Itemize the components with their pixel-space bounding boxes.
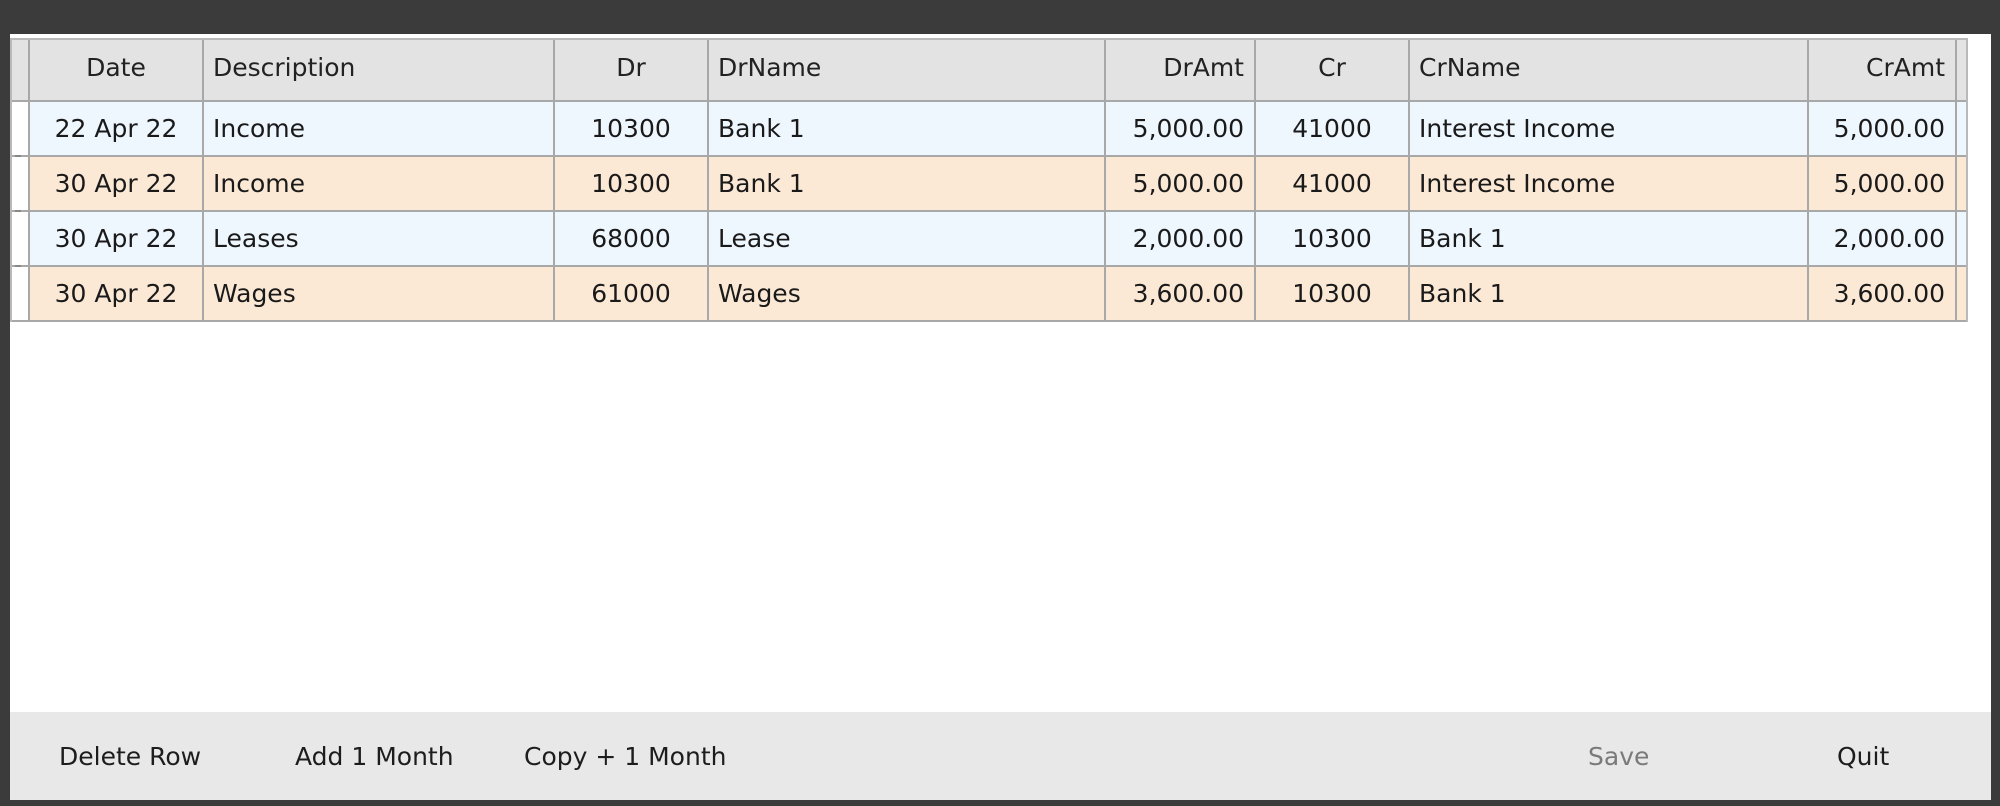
column-header-dr[interactable]: Dr bbox=[555, 40, 709, 100]
cell-dramt[interactable]: 5,000.00 bbox=[1106, 157, 1256, 210]
cell-drname[interactable]: Bank 1 bbox=[709, 102, 1106, 155]
cell-cramt[interactable]: 5,000.00 bbox=[1809, 157, 1957, 210]
cell-date[interactable]: 22 Apr 22 bbox=[30, 102, 204, 155]
cell-dramt[interactable]: 3,600.00 bbox=[1106, 267, 1256, 320]
cell-description[interactable]: Wages bbox=[204, 267, 555, 320]
table-row[interactable]: 30 Apr 22 Leases 68000 Lease 2,000.00 10300 Ba… bbox=[12, 210, 1966, 267]
cell-dr[interactable]: 10300 bbox=[555, 102, 709, 155]
column-header-description[interactable]: Description bbox=[204, 40, 555, 100]
add-1-month-button[interactable]: Add 1 Month bbox=[295, 712, 454, 800]
row-selector[interactable] bbox=[12, 210, 30, 265]
cell-crname[interactable]: Bank 1 bbox=[1410, 267, 1809, 320]
column-header-cramt[interactable]: CrAmt bbox=[1809, 40, 1957, 100]
journal-grid[interactable]: Date Description Dr DrName DrAmt Cr CrNa… bbox=[10, 38, 1968, 322]
cell-cr[interactable]: 41000 bbox=[1256, 102, 1410, 155]
cell-crname[interactable]: Interest Income bbox=[1410, 102, 1809, 155]
column-header-cr[interactable]: Cr bbox=[1256, 40, 1410, 100]
cell-date[interactable]: 30 Apr 22 bbox=[30, 267, 204, 320]
button-bar: Delete Row Add 1 Month Copy + 1 Month Sa… bbox=[10, 712, 1991, 800]
cell-dramt[interactable]: 5,000.00 bbox=[1106, 102, 1256, 155]
row-selector[interactable] bbox=[12, 265, 30, 320]
row-selector-tick-icon bbox=[15, 265, 21, 267]
quit-button[interactable]: Quit bbox=[1837, 712, 1889, 800]
cell-date[interactable]: 30 Apr 22 bbox=[30, 157, 204, 210]
column-header-drname[interactable]: DrName bbox=[709, 40, 1106, 100]
row-selector-tick-icon bbox=[15, 155, 21, 157]
cell-cr[interactable]: 10300 bbox=[1256, 212, 1410, 265]
delete-row-button[interactable]: Delete Row bbox=[59, 712, 201, 800]
cell-drname[interactable]: Wages bbox=[709, 267, 1106, 320]
cell-cr[interactable]: 41000 bbox=[1256, 157, 1410, 210]
cell-dramt[interactable]: 2,000.00 bbox=[1106, 212, 1256, 265]
cell-drname[interactable]: Lease bbox=[709, 212, 1106, 265]
cell-date[interactable]: 30 Apr 22 bbox=[30, 212, 204, 265]
cell-cramt[interactable]: 3,600.00 bbox=[1809, 267, 1957, 320]
cell-cramt[interactable]: 5,000.00 bbox=[1809, 102, 1957, 155]
table-row[interactable]: 30 Apr 22 Wages 61000 Wages 3,600.00 10300 Ban… bbox=[12, 265, 1966, 322]
column-header-crname[interactable]: CrName bbox=[1410, 40, 1809, 100]
cell-description[interactable]: Income bbox=[204, 157, 555, 210]
cell-crname[interactable]: Bank 1 bbox=[1410, 212, 1809, 265]
cell-drname[interactable]: Bank 1 bbox=[709, 157, 1106, 210]
row-selector-tick-icon bbox=[15, 210, 21, 212]
save-button[interactable]: Save bbox=[1588, 712, 1649, 800]
cell-cramt[interactable]: 2,000.00 bbox=[1809, 212, 1957, 265]
cell-dr[interactable]: 68000 bbox=[555, 212, 709, 265]
cell-description[interactable]: Leases bbox=[204, 212, 555, 265]
row-selector[interactable] bbox=[12, 155, 30, 210]
cell-dr[interactable]: 10300 bbox=[555, 157, 709, 210]
journal-window: Date Description Dr DrName DrAmt Cr CrNa… bbox=[10, 34, 1991, 800]
table-row[interactable]: 22 Apr 22 Income 10300 Bank 1 5,000.00 41000 I… bbox=[12, 102, 1966, 157]
grid-header: Date Description Dr DrName DrAmt Cr CrNa… bbox=[12, 40, 1966, 102]
copy-plus-1-month-button[interactable]: Copy + 1 Month bbox=[524, 712, 726, 800]
cell-dr[interactable]: 61000 bbox=[555, 267, 709, 320]
column-header-date[interactable]: Date bbox=[30, 40, 204, 100]
cell-cr[interactable]: 10300 bbox=[1256, 267, 1410, 320]
table-row[interactable]: 30 Apr 22 Income 10300 Bank 1 5,000.00 41000 I… bbox=[12, 155, 1966, 212]
column-header-dramt[interactable]: DrAmt bbox=[1106, 40, 1256, 100]
cell-description[interactable]: Income bbox=[204, 102, 555, 155]
cell-crname[interactable]: Interest Income bbox=[1410, 157, 1809, 210]
row-selector[interactable] bbox=[12, 102, 30, 155]
header-row-selector bbox=[12, 40, 30, 100]
